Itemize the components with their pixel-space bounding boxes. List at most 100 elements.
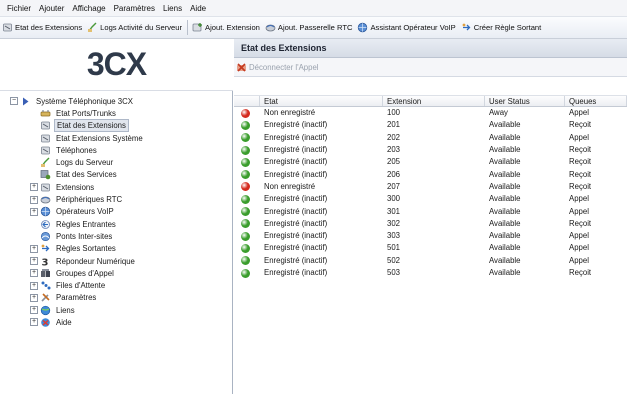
tree-item-label: Paramètres <box>56 293 97 303</box>
rule-icon <box>40 243 51 254</box>
table-row[interactable]: Enregistré (inactif) 205 Available Reçoit <box>234 156 627 168</box>
status-cell <box>234 256 260 266</box>
expand-icon[interactable]: + <box>30 183 38 192</box>
status-cell <box>234 182 260 192</box>
expand-icon[interactable]: + <box>30 306 38 315</box>
cell-etat: Non enregistré <box>264 181 316 191</box>
collapse-icon[interactable]: − <box>10 97 18 106</box>
toolbar-button-2[interactable]: Ajout. Extension <box>190 17 263 38</box>
tree-item-17[interactable]: + Liens <box>0 304 233 316</box>
tree-item-18[interactable]: + Aide <box>0 316 233 328</box>
cell-extension: 303 <box>387 231 401 241</box>
expand-icon[interactable]: + <box>30 257 38 265</box>
toolbar-button-0[interactable]: Etat des Extensions <box>0 17 85 38</box>
expand-icon[interactable]: + <box>30 244 38 253</box>
tree-item-6[interactable]: Etat des Services <box>0 169 233 181</box>
cell-etat: Enregistré (inactif) <box>264 268 328 277</box>
cell-etat: Non enregistré <box>264 108 316 118</box>
expand-icon[interactable]: + <box>30 195 38 204</box>
table-row[interactable]: Enregistré (inactif) 300 Available Appel <box>234 193 627 205</box>
table-row[interactable]: Non enregistré 100 Away Appel <box>234 107 627 119</box>
header-etat[interactable]: Etat <box>260 96 383 106</box>
tree-item-12[interactable]: + Règles Sortantes <box>0 243 233 255</box>
status-green-icon <box>241 243 250 253</box>
cell-extension: 202 <box>387 132 401 142</box>
expand-icon[interactable]: + <box>30 207 38 216</box>
tree-item-13[interactable]: +3 Répondeur Numérique <box>0 255 233 268</box>
status-cell <box>234 219 260 229</box>
table-row[interactable]: Enregistré (inactif) 206 Available Reçoit <box>234 168 627 180</box>
tree-item-10[interactable]: Règles Entrantes <box>0 218 233 230</box>
tree-item-0[interactable]: − Système Téléphonique 3CX <box>0 95 233 107</box>
table-body: Non enregistré 100 Away Appel Enregistré (in… <box>234 107 627 279</box>
disconnect-icon <box>237 62 246 72</box>
globe-icon <box>40 206 51 217</box>
tree-item-16[interactable]: + Paramètres <box>0 292 233 304</box>
tree-item-4[interactable]: Téléphones <box>0 144 233 156</box>
cell-extension: 503 <box>387 268 401 277</box>
table-row[interactable]: Enregistré (inactif) 502 Available Appel <box>234 255 627 267</box>
menu-item-2[interactable]: Affichage <box>68 0 109 17</box>
toolbar-button-label: Assistant Opérateur VoIP <box>370 23 456 32</box>
cell-user-status: Available <box>489 157 521 167</box>
table-row[interactable]: Enregistré (inactif) 302 Available Reçoit <box>234 218 627 230</box>
status-green-icon <box>241 268 250 278</box>
header-extension[interactable]: Extension <box>383 96 485 106</box>
table-row[interactable]: Enregistré (inactif) 303 Available Appel <box>234 230 627 242</box>
menu-item-0[interactable]: Fichier <box>3 0 35 17</box>
globe-icon <box>357 22 368 33</box>
tree-item-label: Règles Entrantes <box>56 219 116 229</box>
toolbar-button-1[interactable]: Logs Activité du Serveur <box>85 17 185 38</box>
status-green-icon <box>241 133 250 143</box>
cell-extension: 302 <box>387 218 401 228</box>
status-green-icon <box>241 120 250 130</box>
table-row[interactable]: Enregistré (inactif) 203 Available Reçoit <box>234 144 627 156</box>
status-green-icon <box>241 145 250 155</box>
bridge-icon <box>40 231 51 242</box>
tree-item-label: Ponts Inter-sites <box>56 231 113 241</box>
phone-icon <box>40 182 51 193</box>
cell-queues: Appel <box>569 108 589 118</box>
tree-item-1[interactable]: Etat Ports/Trunks <box>0 107 233 119</box>
tree-item-8[interactable]: + Périphériques RTC <box>0 193 233 205</box>
menu-item-1[interactable]: Ajouter <box>35 0 68 17</box>
tree-item-14[interactable]: + Groupes d'Appel <box>0 267 233 279</box>
tree-item-3[interactable]: Etat Extensions Système <box>0 132 233 144</box>
cell-etat: Enregistré (inactif) <box>264 120 328 130</box>
header-user-status[interactable]: User Status <box>485 96 565 106</box>
table-row[interactable]: Enregistré (inactif) 503 Available Reçoit <box>234 267 627 279</box>
header-queues[interactable]: Queues <box>565 96 627 106</box>
toolbar-button-3[interactable]: Ajout. Passerelle RTC <box>263 17 356 38</box>
tree-item-11[interactable]: Ponts Inter-sites <box>0 230 233 242</box>
expand-icon[interactable]: + <box>30 269 38 278</box>
table-row[interactable]: Enregistré (inactif) 201 Available Reçoit <box>234 119 627 131</box>
tree-item-5[interactable]: Logs du Serveur <box>0 156 233 168</box>
toolbar-button-5[interactable]: Créer Règle Sortant <box>459 17 545 38</box>
table-row[interactable]: Enregistré (inactif) 501 Available Appel <box>234 242 627 254</box>
status-green-icon <box>241 219 250 229</box>
cell-etat: Enregistré (inactif) <box>264 231 328 241</box>
disconnect-call-button[interactable]: Déconnecter l'Appel <box>236 62 319 73</box>
expand-icon[interactable]: + <box>30 293 38 302</box>
status-cell <box>234 108 260 118</box>
tree-item-15[interactable]: + Files d'Attente <box>0 279 233 291</box>
cell-queues: Appel <box>569 132 589 142</box>
tree-item-2[interactable]: Etat des Extensions <box>0 119 233 133</box>
expand-icon[interactable]: + <box>30 281 38 290</box>
toolbar-button-4[interactable]: Assistant Opérateur VoIP <box>355 17 458 38</box>
tree-item-7[interactable]: + Extensions <box>0 181 233 193</box>
menu-item-4[interactable]: Liens <box>159 0 186 17</box>
cell-extension: 300 <box>387 194 401 204</box>
menu-item-5[interactable]: Aide <box>186 0 210 17</box>
table-header: Etat Extension User Status Queues <box>234 95 627 107</box>
toolbar-button-label: Logs Activité du Serveur <box>100 23 183 32</box>
table-row[interactable]: Non enregistré 207 Available Reçoit <box>234 181 627 193</box>
menu-item-3[interactable]: Paramètres <box>110 0 159 17</box>
cell-queues: Reçoit <box>569 218 592 228</box>
table-row[interactable]: Enregistré (inactif) 202 Available Appel <box>234 132 627 144</box>
tree-item-9[interactable]: + Opérateurs VoIP <box>0 206 233 218</box>
cell-queues: Appel <box>569 194 589 204</box>
table-row[interactable]: Enregistré (inactif) 301 Available Appel <box>234 205 627 217</box>
status-green-icon <box>241 194 250 204</box>
expand-icon[interactable]: + <box>30 318 38 327</box>
